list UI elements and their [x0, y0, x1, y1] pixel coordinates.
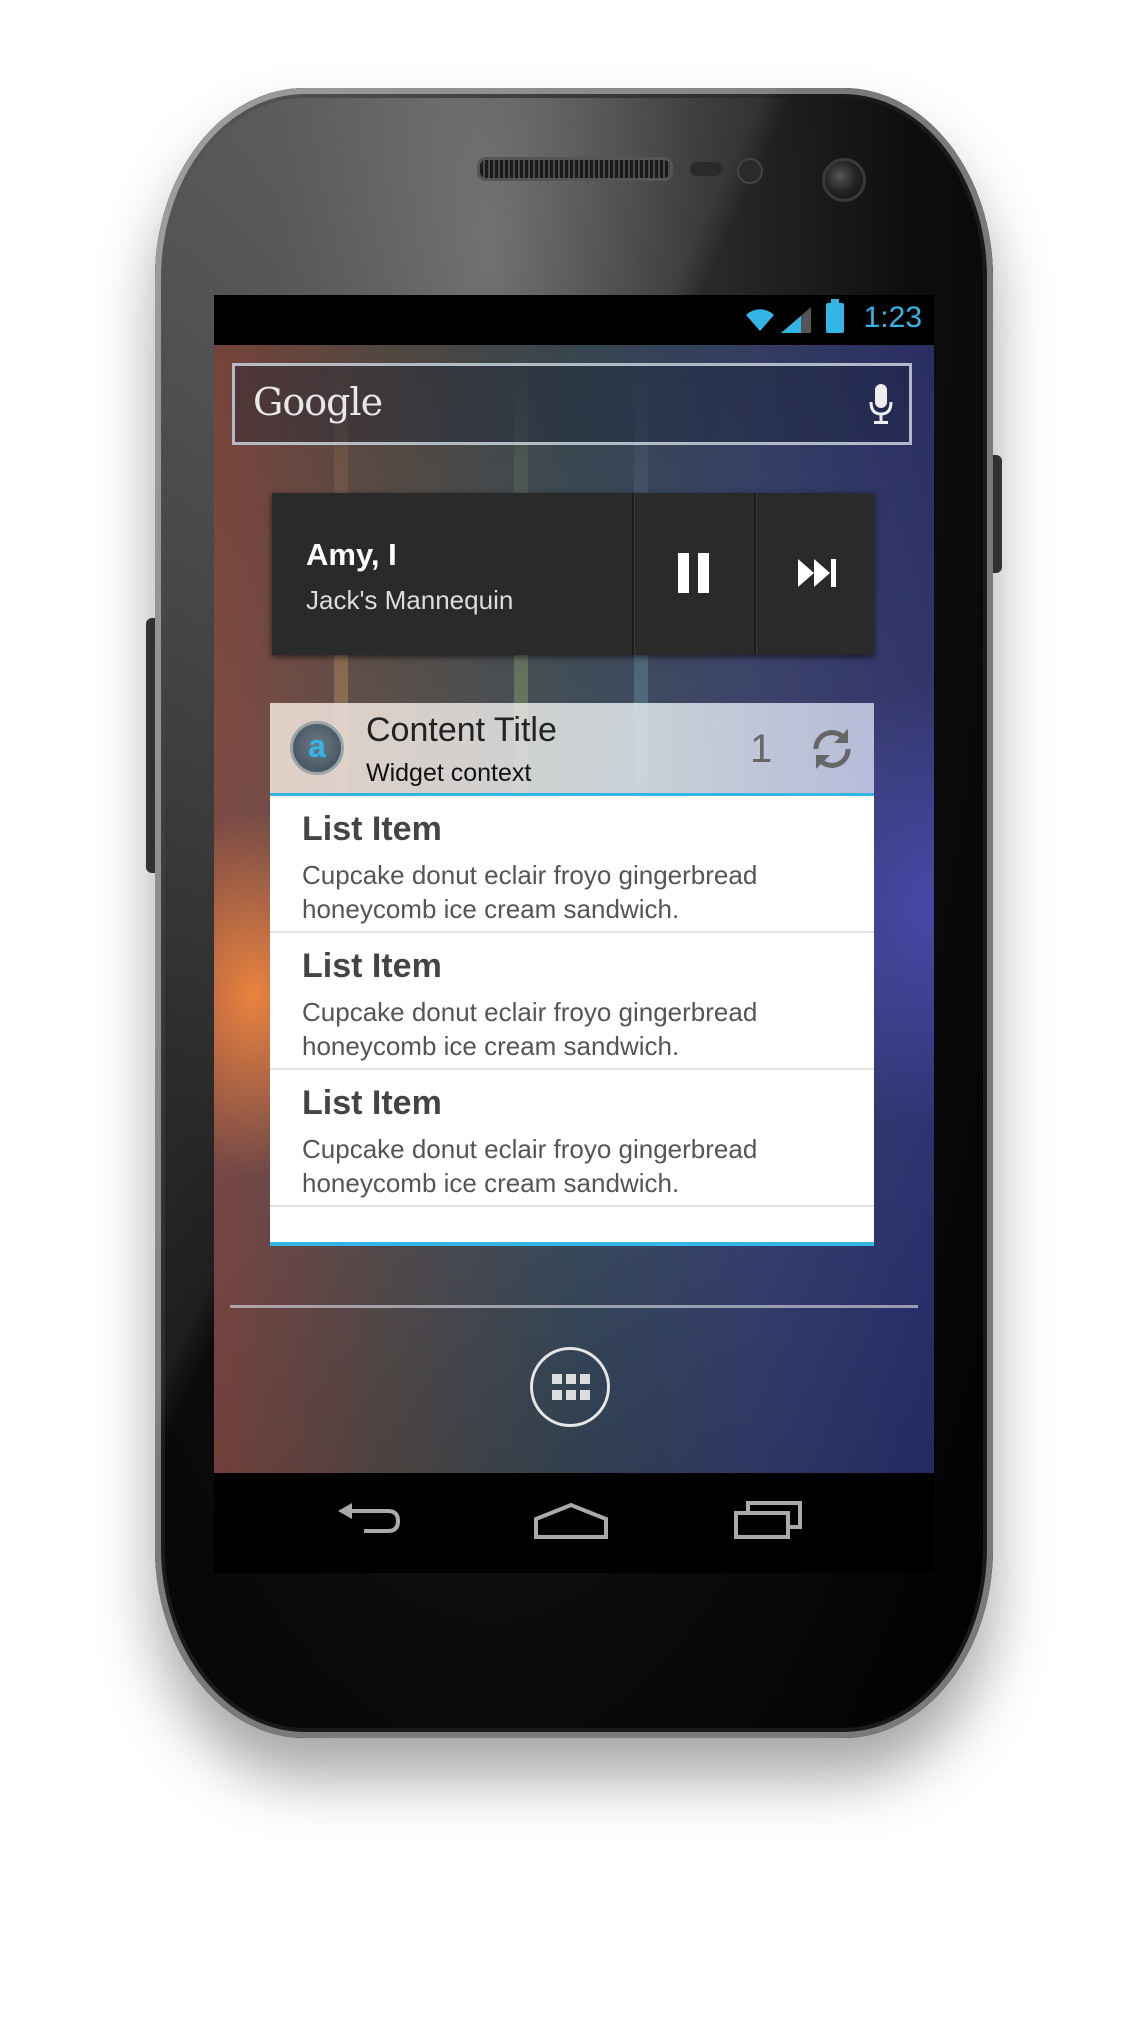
apps-grid-icon	[552, 1374, 590, 1402]
home-icon[interactable]	[532, 1501, 610, 1541]
recent-apps-icon[interactable]	[732, 1499, 804, 1541]
battery-icon	[826, 299, 844, 333]
skip-next-button[interactable]	[754, 493, 876, 655]
widget-context: Widget context	[366, 759, 532, 787]
list-item-title: List Item	[302, 810, 442, 848]
item-count: 1	[750, 727, 773, 771]
music-info[interactable]: Amy, I Jack's Mannequin	[272, 493, 632, 655]
song-title: Amy, I	[306, 537, 397, 572]
content-widget-header[interactable]: a Content Title Widget context 1	[270, 703, 874, 796]
content-widget-footer	[270, 1216, 874, 1246]
pause-button[interactable]	[632, 493, 754, 655]
list-item[interactable]: List Item Cupcake donut eclair froyo gin…	[270, 933, 874, 1070]
screen: 1:23 Google Amy, I Jack's Mannequin a Co…	[214, 295, 934, 1573]
back-icon[interactable]	[334, 1501, 404, 1541]
song-artist: Jack's Mannequin	[306, 585, 514, 615]
google-search-bar[interactable]: Google	[232, 363, 912, 445]
list-item-title: List Item	[302, 947, 442, 985]
wifi-icon	[746, 309, 774, 331]
list-item[interactable]: List Item Cupcake donut eclair froyo gin…	[270, 796, 874, 933]
status-bar: 1:23	[214, 295, 934, 345]
skip-next-icon	[798, 559, 836, 587]
list-item-title: List Item	[302, 1084, 442, 1122]
list-item-body: Cupcake donut eclair froyo gingerbread h…	[302, 997, 758, 1061]
content-widget: a Content Title Widget context 1 List It…	[270, 703, 874, 1246]
device-mockup: 1:23 Google Amy, I Jack's Mannequin a Co…	[0, 0, 1148, 2032]
dock-divider	[230, 1305, 918, 1308]
list-item[interactable]: List Item Cupcake donut eclair froyo gin…	[270, 1070, 874, 1207]
front-camera	[822, 158, 866, 202]
content-list: List Item Cupcake donut eclair froyo gin…	[270, 796, 874, 1216]
list-item-body: Cupcake donut eclair froyo gingerbread h…	[302, 1134, 758, 1198]
google-logo: Google	[253, 380, 383, 424]
music-widget[interactable]: Amy, I Jack's Mannequin	[272, 493, 874, 655]
refresh-icon[interactable]	[808, 725, 856, 773]
mic-icon[interactable]	[869, 382, 893, 426]
signal-icon	[781, 307, 811, 333]
pause-icon	[678, 553, 709, 593]
earpiece-speaker	[477, 157, 673, 181]
all-apps-button[interactable]	[530, 1347, 610, 1427]
navigation-bar	[214, 1473, 934, 1573]
status-time: 1:23	[863, 301, 922, 334]
light-sensor	[737, 158, 763, 184]
list-item-body: Cupcake donut eclair froyo gingerbread h…	[302, 860, 758, 924]
content-title: Content Title	[366, 711, 557, 749]
proximity-sensor	[690, 162, 722, 176]
app-avatar: a	[290, 721, 344, 775]
